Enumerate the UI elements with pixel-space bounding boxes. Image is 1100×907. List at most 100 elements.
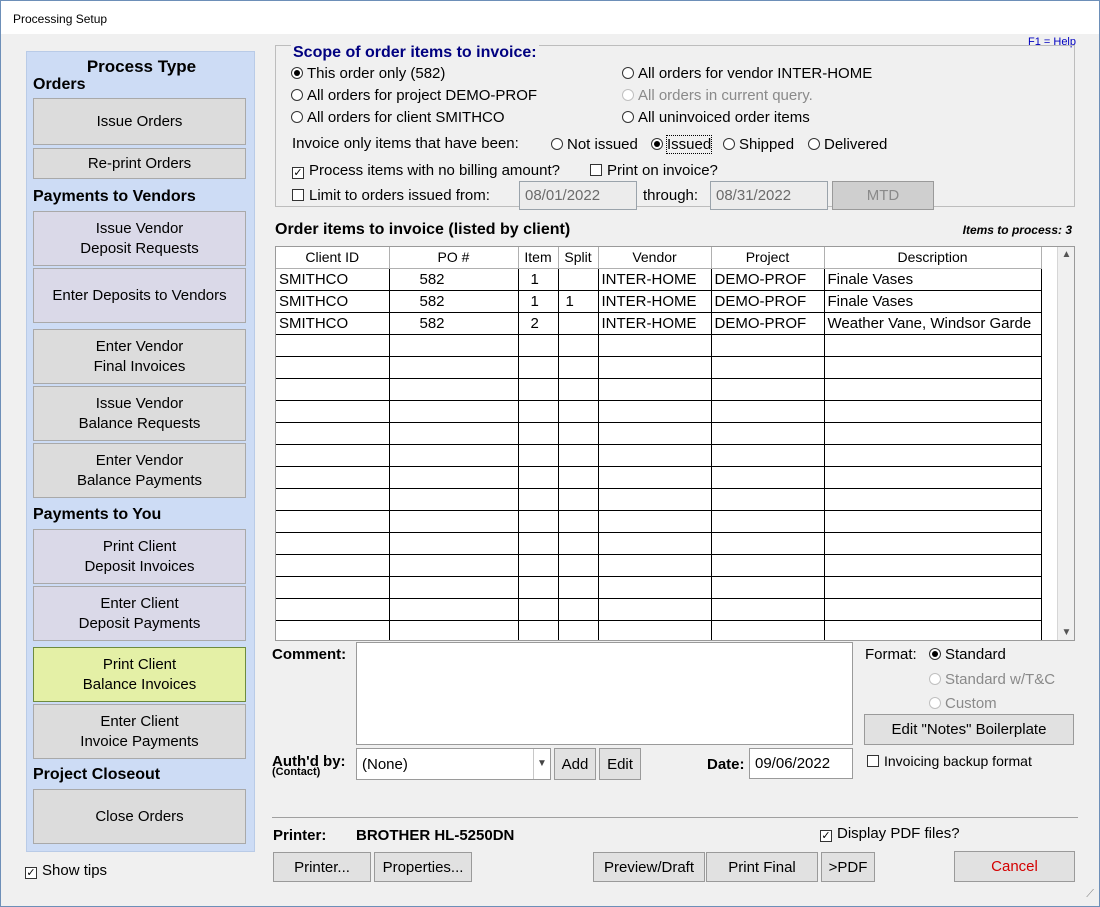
pdf-button[interactable]: >PDF [821, 852, 875, 882]
status-not-issued-radio[interactable]: Not issued [551, 136, 638, 153]
issue-orders-button[interactable]: Issue Orders [33, 98, 246, 145]
empty-table-row[interactable] [276, 422, 1042, 445]
cell-po: 582 [389, 290, 519, 313]
scope-all-project-radio[interactable]: All orders for project DEMO-PROF [291, 87, 537, 104]
reprint-orders-button[interactable]: Re-print Orders [33, 148, 246, 179]
grid-scrollbar[interactable]: ▲ ▼ [1057, 247, 1074, 640]
empty-cell [824, 378, 1042, 401]
limit-orders-checkbox[interactable]: Limit to orders issued from: [292, 187, 490, 204]
empty-table-row[interactable] [276, 576, 1042, 599]
empty-cell [711, 334, 825, 357]
scope-this-order-radio[interactable]: This order only (582) [291, 65, 445, 82]
enter-vendor-balance-button[interactable]: Enter Vendor Balance Payments [33, 443, 246, 498]
scope-all-vendor-radio[interactable]: All orders for vendor INTER-HOME [622, 65, 872, 82]
empty-rows [276, 334, 1042, 640]
cell-project: DEMO-PROF [711, 268, 825, 291]
empty-table-row[interactable] [276, 488, 1042, 511]
col-header[interactable]: Vendor [598, 247, 712, 269]
scope-all-client-radio[interactable]: All orders for client SMITHCO [291, 109, 505, 126]
scope-all-uninvoiced-radio[interactable]: All uninvoiced order items [622, 109, 810, 126]
print-on-invoice-checkbox[interactable]: Print on invoice? [590, 162, 718, 179]
enter-client-invoice-button[interactable]: Enter Client Invoice Payments [33, 704, 246, 759]
date-label: Date: [707, 756, 745, 773]
close-orders-button[interactable]: Close Orders [33, 789, 246, 844]
issue-vendor-deposit-button[interactable]: Issue Vendor Deposit Requests [33, 211, 246, 266]
empty-table-row[interactable] [276, 510, 1042, 533]
empty-table-row[interactable] [276, 620, 1042, 640]
comment-textarea[interactable] [356, 642, 853, 745]
empty-table-row[interactable] [276, 598, 1042, 621]
show-tips-checkbox[interactable]: ✓ Show tips [25, 862, 107, 879]
resize-grip-icon[interactable]: ⟋ [1086, 888, 1094, 901]
enter-vendor-final-button[interactable]: Enter Vendor Final Invoices [33, 329, 246, 384]
printer-button[interactable]: Printer... [273, 852, 371, 882]
vendors-heading: Payments to Vendors [33, 188, 196, 205]
status-shipped-radio[interactable]: Shipped [723, 136, 794, 153]
backup-format-checkbox[interactable]: Invoicing backup format [867, 753, 1032, 769]
scroll-down-icon[interactable]: ▼ [1058, 627, 1074, 638]
print-client-balance-button[interactable]: Print Client Balance Invoices [33, 647, 246, 702]
empty-table-row[interactable] [276, 532, 1042, 555]
format-custom-radio: Custom [929, 695, 997, 712]
print-final-button[interactable]: Print Final [706, 852, 818, 882]
empty-cell [711, 444, 825, 467]
properties-button[interactable]: Properties... [374, 852, 472, 882]
enter-deposits-vendors-button[interactable]: Enter Deposits to Vendors [33, 268, 246, 323]
chevron-down-icon[interactable]: ▼ [533, 749, 550, 779]
display-pdf-checkbox[interactable]: ✓ Display PDF files? [820, 825, 960, 842]
status-delivered-radio[interactable]: Delivered [808, 136, 887, 153]
edit-contact-button[interactable]: Edit [599, 748, 641, 780]
scroll-up-icon[interactable]: ▲ [1058, 249, 1074, 260]
invoice-date-field[interactable]: 09/06/2022 [749, 748, 853, 779]
radio-label: Standard [945, 646, 1006, 663]
empty-table-row[interactable] [276, 400, 1042, 423]
edit-notes-button[interactable]: Edit "Notes" Boilerplate [864, 714, 1074, 745]
preview-draft-button[interactable]: Preview/Draft [593, 852, 705, 882]
table-row[interactable]: SMITHCO 582 1 1 INTER-HOME DEMO-PROF Fin… [276, 290, 1042, 313]
grid-title: Order items to invoice (listed by client… [275, 221, 571, 238]
table-row[interactable]: SMITHCO 582 1 INTER-HOME DEMO-PROF Final… [276, 268, 1042, 291]
no-billing-checkbox[interactable]: ✓ Process items with no billing amount? [292, 162, 560, 179]
empty-cell [598, 488, 712, 511]
issue-vendor-balance-button[interactable]: Issue Vendor Balance Requests [33, 386, 246, 441]
empty-table-row[interactable] [276, 466, 1042, 489]
date-to-field[interactable]: 08/31/2022 [710, 181, 828, 210]
empty-table-row[interactable] [276, 378, 1042, 401]
cell-vendor: INTER-HOME [598, 312, 712, 335]
empty-table-row[interactable] [276, 444, 1042, 467]
format-standard-radio[interactable]: Standard [929, 646, 1006, 663]
empty-table-row[interactable] [276, 356, 1042, 379]
auth-contact-select[interactable]: (None) ▼ [356, 748, 551, 780]
btn-line: Enter Vendor [95, 337, 184, 355]
format-label: Format: [865, 646, 917, 663]
print-client-deposit-button[interactable]: Print Client Deposit Invoices [33, 529, 246, 584]
cell-description: Finale Vases [824, 268, 1042, 291]
empty-cell [824, 334, 1042, 357]
empty-cell [518, 598, 559, 621]
cell-project: DEMO-PROF [711, 312, 825, 335]
col-header[interactable]: PO # [389, 247, 519, 269]
empty-cell [276, 554, 390, 577]
cell-description: Finale Vases [824, 290, 1042, 313]
empty-table-row[interactable] [276, 334, 1042, 357]
date-from-field[interactable]: 08/01/2022 [519, 181, 637, 210]
col-header[interactable]: Item [518, 247, 559, 269]
enter-client-deposit-button[interactable]: Enter Client Deposit Payments [33, 586, 246, 641]
status-issued-radio[interactable]: Issued [651, 135, 713, 154]
col-header[interactable]: Project [711, 247, 825, 269]
empty-cell [389, 444, 519, 467]
empty-cell [824, 510, 1042, 533]
add-contact-button[interactable]: Add [554, 748, 596, 780]
cancel-button[interactable]: Cancel [954, 851, 1075, 882]
table-row[interactable]: SMITHCO 582 2 INTER-HOME DEMO-PROF Weath… [276, 312, 1042, 335]
order-items-grid[interactable]: Client ID PO # Item Split Vendor Project… [275, 246, 1075, 641]
cell-client: SMITHCO [276, 290, 390, 313]
empty-cell [711, 422, 825, 445]
checkbox-label: Process items with no billing amount? [309, 162, 560, 179]
col-header[interactable]: Split [558, 247, 599, 269]
mtd-button[interactable]: MTD [832, 181, 934, 210]
col-header[interactable]: Client ID [276, 247, 390, 269]
btn-line: Balance Invoices [82, 675, 197, 693]
empty-table-row[interactable] [276, 554, 1042, 577]
col-header[interactable]: Description [824, 247, 1042, 269]
